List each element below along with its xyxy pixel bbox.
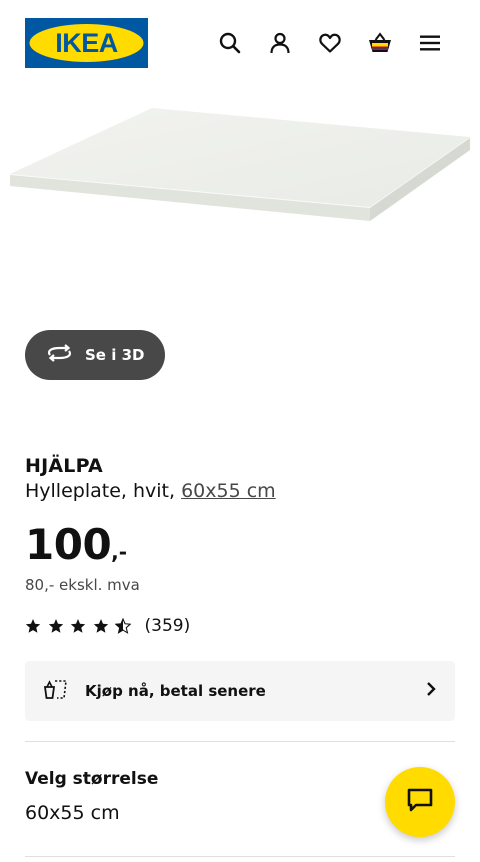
product-rating[interactable]: (359) (25, 615, 190, 637)
heart-icon[interactable] (317, 30, 343, 56)
product-name: HJÄLPA (25, 455, 103, 477)
size-selector-heading: Velg størrelse (25, 769, 159, 789)
pay-later-icon (43, 678, 69, 705)
pay-later-label: Kjøp nå, betal senere (85, 682, 266, 700)
star-icon (48, 619, 63, 633)
product-description: Hylleplate, hvit, 60x55 cm (25, 480, 276, 502)
half-star-icon (115, 618, 131, 634)
product-price: 100 ,- (25, 520, 127, 569)
view-in-3d-label: Se i 3D (85, 346, 145, 364)
divider (25, 741, 455, 742)
cart-icon[interactable] (367, 30, 393, 56)
pay-later-button[interactable]: Kjøp nå, betal senere (25, 661, 455, 721)
size-selector-value[interactable]: 60x55 cm (25, 802, 120, 824)
chat-icon (406, 787, 434, 818)
price-suffix: ,- (111, 540, 128, 564)
divider (25, 856, 455, 857)
product-size-link[interactable]: 60x55 cm (181, 480, 276, 502)
product-description-text: Hylleplate, hvit, (25, 480, 182, 502)
account-icon[interactable] (267, 30, 293, 56)
price-amount: 100 (25, 520, 112, 569)
menu-icon[interactable] (417, 30, 443, 56)
star-icon (70, 619, 86, 633)
chevron-right-icon (425, 681, 437, 702)
search-icon[interactable] (217, 30, 243, 56)
price-excl-vat: 80,- ekskl. mva (25, 576, 140, 594)
product-image[interactable] (0, 90, 480, 315)
ikea-logo[interactable]: IKEA (25, 18, 148, 68)
chat-button[interactable] (385, 767, 455, 837)
site-header: IKEA (0, 0, 480, 88)
star-icon (93, 619, 108, 633)
logo-text: IKEA (55, 28, 118, 58)
view-in-3d-button[interactable]: Se i 3D (25, 330, 165, 380)
star-icon (25, 619, 41, 633)
rotate-3d-icon (46, 343, 73, 368)
rating-count: (359) (144, 616, 191, 636)
